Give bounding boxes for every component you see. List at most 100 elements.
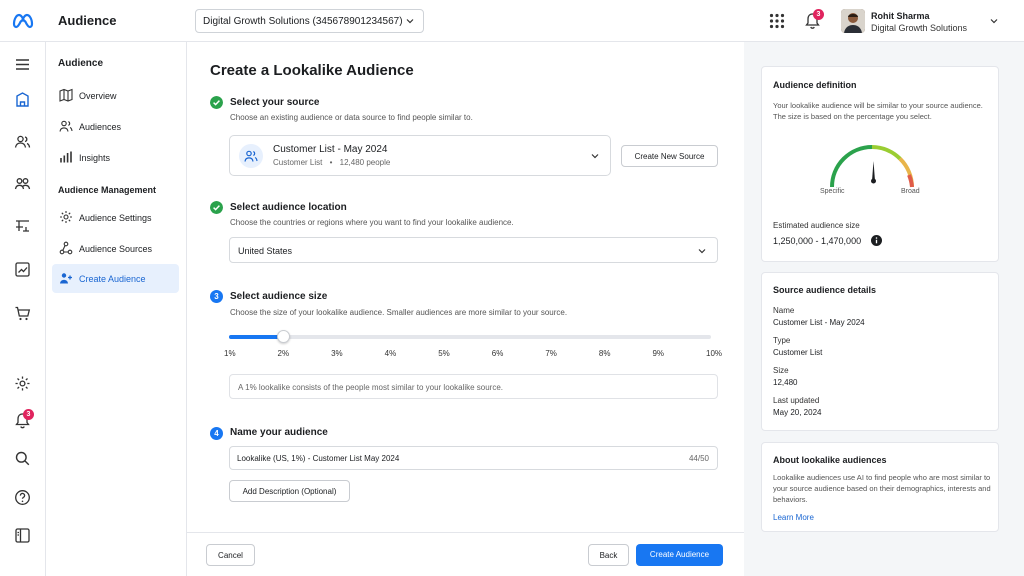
menu-icon[interactable] [14, 56, 31, 73]
sidebar: Audience Overview Audiences Insights Aud… [46, 42, 187, 576]
step-title: Name your audience [230, 427, 328, 438]
gauge-specific-label: Specific [820, 188, 845, 195]
location-select[interactable]: United States [229, 237, 718, 263]
search-icon[interactable] [14, 450, 31, 467]
slider-tick-label: 6% [491, 349, 504, 358]
source-size: 12,480 people [339, 158, 391, 167]
detail-label: Size [773, 366, 789, 375]
notifications-badge: 3 [813, 9, 824, 20]
sidebar-heading: Audience [58, 58, 104, 69]
audience-name-input[interactable]: Lookalike (US, 1%) - Customer List May 2… [229, 446, 718, 470]
sidebar-item-label: Audience Sources [79, 244, 153, 254]
detail-label: Name [773, 306, 795, 315]
source-type: Customer List [273, 158, 323, 167]
bars-icon [60, 151, 72, 163]
panel-title: About lookalike audiences [773, 455, 887, 465]
step-title: Select audience size [230, 291, 328, 302]
source-details-panel: Source audience details Name Customer Li… [761, 272, 999, 431]
detail-value: 12,480 [773, 378, 798, 387]
step-description: Choose the countries or regions where yo… [230, 218, 514, 227]
cart-icon[interactable] [14, 305, 31, 322]
estimated-size-label: Estimated audience size [773, 221, 860, 230]
slider-tick-label: 1% [224, 349, 236, 358]
add-description-button[interactable]: Add Description (Optional) [229, 480, 350, 502]
people-icon [59, 120, 73, 132]
sidebar-item-label: Overview [79, 91, 117, 101]
footer-actions: Cancel Back Create Audience [187, 532, 744, 576]
panel-title: Source audience details [773, 285, 877, 295]
apps-grid-icon[interactable] [769, 13, 785, 29]
settings-icon[interactable] [14, 375, 31, 392]
cancel-button[interactable]: Cancel [206, 544, 255, 566]
source-icon-wrap [239, 144, 263, 168]
account-menu-chevron-icon[interactable] [989, 16, 999, 26]
slider-fill [229, 335, 283, 339]
learn-more-link[interactable]: Learn More [773, 512, 814, 523]
size-info-box: A 1% lookalike consists of the people mo… [229, 374, 718, 399]
sidebar-item-overview[interactable]: Overview [52, 81, 179, 110]
slider-tick-label: 5% [438, 349, 450, 358]
slider-handle[interactable] [276, 330, 290, 343]
app-title: Audience [58, 13, 117, 28]
sidebar-item-audience-sources[interactable]: Audience Sources [52, 234, 179, 263]
ad-account-select[interactable]: Digital Growth Solutions (34567890123456… [195, 9, 424, 33]
source-separator: • [329, 158, 333, 167]
sidebar-item-create-audience[interactable]: Create Audience [52, 264, 179, 293]
help-icon[interactable] [14, 489, 31, 506]
info-icon[interactable] [871, 235, 882, 246]
sidebar-item-audiences[interactable]: Audiences [52, 112, 179, 141]
slider-tick-label: 4% [384, 349, 397, 358]
audience-size-gauge [830, 145, 914, 188]
sidebar-item-audience-settings[interactable]: Audience Settings [52, 203, 179, 232]
location-value: United States [238, 246, 293, 256]
char-count: 44/50 [688, 454, 709, 463]
step-title: Select audience location [230, 202, 347, 213]
avatar[interactable] [841, 9, 865, 33]
gauge-broad-label: Broad [901, 188, 920, 195]
about-lookalike-panel: About lookalike audiences Lookalike audi… [761, 442, 999, 532]
slider-tick-label: 2% [277, 349, 290, 358]
step-description: Choose an existing audience or data sour… [230, 113, 473, 122]
gear-icon [60, 211, 72, 223]
detail-value: Customer List - May 2024 [773, 318, 865, 327]
map-icon [59, 88, 73, 102]
create-audience-button[interactable]: Create Audience [636, 544, 723, 566]
step-number-badge: 3 [210, 290, 223, 303]
sidebar-item-label: Audiences [79, 122, 122, 132]
people-icon [244, 150, 258, 162]
panel-description: Lookalike audiences use AI to find peopl… [773, 473, 991, 504]
create-new-source-button[interactable]: Create New Source [621, 145, 718, 167]
main-content: Create a Lookalike Audience Select your … [187, 42, 744, 576]
source-select[interactable]: Customer List - May 2024 Customer List •… [229, 135, 611, 176]
sidebar-item-label: Audience Settings [79, 213, 152, 223]
estimated-size-value: 1,250,000 - 1,470,000 [773, 236, 862, 246]
slider-tick-label: 9% [652, 349, 664, 358]
panel-toggle-icon[interactable] [14, 527, 31, 544]
detail-label: Last updated [773, 396, 820, 405]
meta-logo-icon[interactable] [11, 10, 35, 30]
sidebar-item-insights[interactable]: Insights [52, 143, 179, 172]
step-number-badge: 4 [210, 427, 223, 440]
audience-size-slider[interactable] [229, 330, 711, 343]
audience-icon[interactable] [14, 175, 31, 192]
audience-name-value: Lookalike (US, 1%) - Customer List May 2… [237, 454, 400, 463]
people-icon[interactable] [14, 133, 31, 150]
page-title: Create a Lookalike Audience [210, 62, 414, 79]
slider-tick-label: 10% [706, 349, 723, 358]
detail-value: Customer List [773, 348, 823, 357]
add-people-icon [60, 273, 72, 284]
chart-icon[interactable] [14, 261, 31, 278]
sidebar-management-heading: Audience Management [58, 185, 157, 195]
tools-icon[interactable] [14, 217, 31, 234]
detail-value: May 20, 2024 [773, 408, 822, 417]
source-meta: Customer List • 12,480 people [273, 158, 390, 167]
step-complete-check-icon [210, 201, 223, 214]
back-button[interactable]: Back [588, 544, 629, 566]
chevron-down-icon [698, 249, 706, 254]
panel-description: Your lookalike audience will be similar … [773, 101, 983, 121]
step-description: Choose the size of your lookalike audien… [230, 308, 568, 317]
audience-definition-panel: Audience definition Your lookalike audie… [761, 66, 999, 262]
icon-rail: 3 [0, 42, 46, 576]
business-icon[interactable] [14, 91, 31, 108]
panel-title: Audience definition [773, 80, 857, 90]
